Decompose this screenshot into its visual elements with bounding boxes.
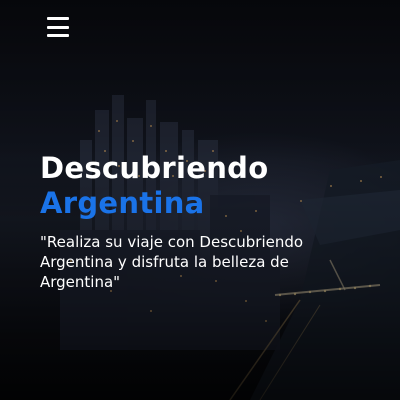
- menu-icon-bar: [47, 25, 69, 29]
- hamburger-menu-button[interactable]: [47, 17, 69, 37]
- hero-title-line1: Descubriendo: [40, 151, 269, 185]
- hero-title: Descubriendo Argentina: [40, 151, 269, 221]
- hero-title-line2: Argentina: [40, 186, 205, 221]
- menu-icon-bar: [47, 17, 69, 20]
- menu-icon-bar: [47, 34, 69, 37]
- hero-subtitle: "Realiza su viaje con Descubriendo Argen…: [40, 233, 304, 291]
